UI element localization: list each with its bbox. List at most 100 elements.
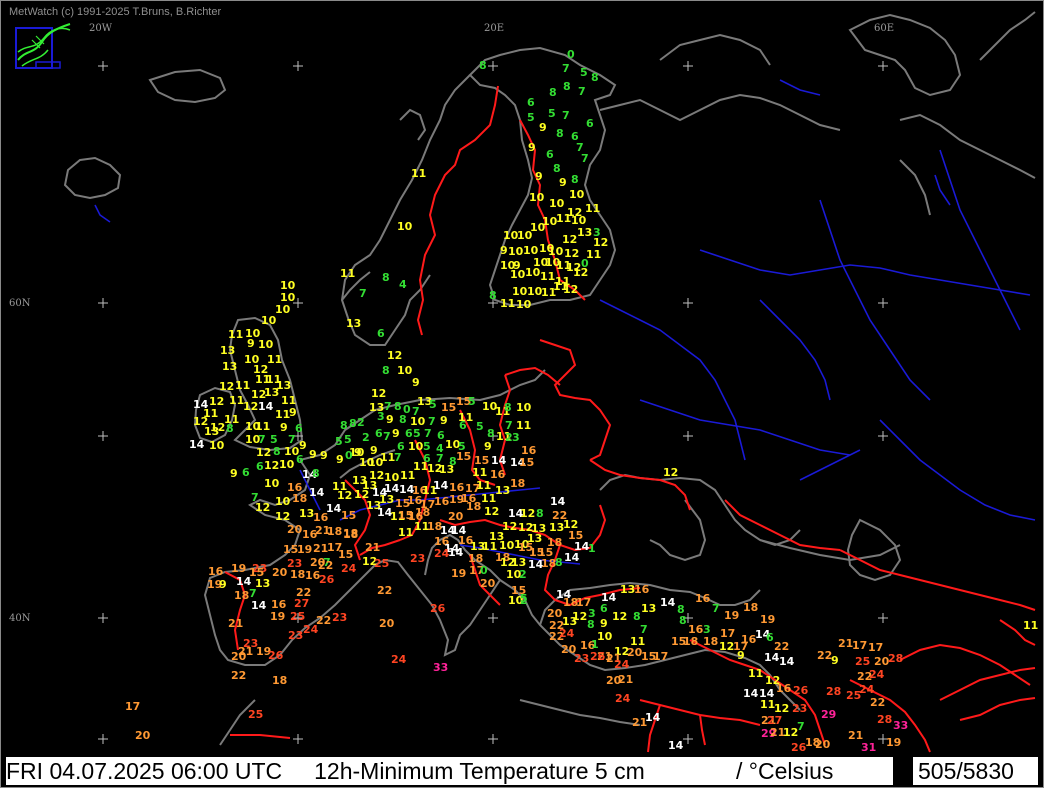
station-value: 12 (520, 507, 535, 520)
station-value: 16 (208, 565, 224, 578)
station-value: 13 (255, 577, 270, 590)
station-value: 7 (251, 491, 259, 504)
graticule-cross (293, 61, 303, 71)
station-value: 17 (720, 627, 735, 640)
station-value: 9 (500, 244, 508, 257)
station-value: 22 (377, 584, 392, 597)
graticule-cross (98, 298, 108, 308)
station-value: 9 (230, 467, 238, 480)
station-value: 12 (256, 446, 271, 459)
weather-map[interactable]: 20W 20E 60E 60N 40N 80758688755769867968… (6, 6, 1038, 755)
station-value: 7 (384, 400, 392, 413)
station-value: 9 (320, 449, 328, 462)
station-value: 24 (859, 683, 875, 696)
station-value: 10 (510, 268, 526, 281)
station-value: 7 (581, 152, 589, 165)
station-value: 16 (521, 444, 537, 457)
station-value: 7 (562, 62, 570, 75)
station-value: 1 (588, 542, 596, 555)
station-value: 8 (226, 422, 234, 435)
station-value: 23 (288, 629, 303, 642)
station-value: 11 (267, 353, 282, 366)
station-value: 11 (472, 466, 487, 479)
station-value: 27 (294, 597, 309, 610)
station-value: 20 (480, 577, 496, 590)
station-value: 6 (586, 117, 594, 130)
station-value: 6 (377, 327, 385, 340)
station-value: 6 (766, 631, 774, 644)
station-value: 14 (433, 479, 449, 492)
station-value: 16 (490, 468, 506, 481)
station-value: 2 (362, 431, 370, 444)
station-value: 12 (612, 610, 627, 623)
station-value: 11 (476, 479, 491, 492)
station-value: 14 (491, 454, 507, 467)
station-value: 9 (392, 427, 400, 440)
station-value: 28 (877, 713, 892, 726)
station-value: 14 (668, 739, 684, 752)
station-value: 15 (456, 450, 471, 463)
station-value: 11 (500, 297, 515, 310)
station-value: 3 (512, 431, 520, 444)
station-value: 9 (336, 453, 344, 466)
station-value: 7 (383, 430, 391, 443)
station-value: 17 (653, 650, 668, 663)
footer-title: FRI 04.07.2025 06:00 UTC 12h-Minimum Tem… (6, 758, 645, 785)
station-value: 5 (476, 420, 484, 433)
station-value: 18 (234, 589, 249, 602)
station-value: 6 (437, 429, 445, 442)
station-value: 5 (344, 433, 352, 446)
station-value: 22 (857, 670, 872, 683)
station-value: 5 (413, 427, 421, 440)
station-value: 14 (601, 591, 617, 604)
graticule-cross (878, 431, 888, 441)
station-value: 9 (737, 649, 745, 662)
station-value: 28 (826, 685, 841, 698)
station-value: 10 (258, 338, 274, 351)
station-value: 9 (440, 414, 448, 427)
station-value: 14 (764, 651, 780, 664)
station-value: 5 (520, 592, 528, 605)
station-value: 26 (590, 650, 606, 663)
station-value: 11 (748, 667, 763, 680)
station-value: 8 (587, 618, 595, 631)
station-value: 17 (125, 700, 140, 713)
station-value: 19 (270, 610, 285, 623)
station-value: 9 (280, 421, 288, 434)
station-value: 12 (275, 510, 290, 523)
station-value: 12 (484, 505, 499, 518)
station-value: 13 (264, 386, 279, 399)
station-value: 9 (247, 337, 255, 350)
station-value: 15 (519, 456, 534, 469)
station-value: 18 (343, 528, 358, 541)
station-value: 8 (349, 417, 357, 430)
station-value: 7 (394, 451, 402, 464)
station-value: 15 (338, 548, 353, 561)
station-value: 13 (641, 602, 656, 615)
station-value: 20 (379, 617, 395, 630)
station-value: 12 (783, 726, 798, 739)
station-value: 20 (815, 738, 831, 751)
station-value: 10 (264, 477, 280, 490)
station-value: 8 (394, 400, 402, 413)
station-value: 12 (563, 283, 578, 296)
station-value: 24 (614, 658, 630, 671)
station-value: 12 (219, 380, 234, 393)
station-value: 7 (424, 427, 432, 440)
station-value: 4 (399, 278, 407, 291)
station-value: 10 (397, 220, 413, 233)
station-value: 8 (679, 614, 687, 627)
station-value: 12 (387, 349, 402, 362)
station-value: 8 (555, 556, 563, 569)
map-canvas[interactable]: 20W 20E 60E 60N 40N 807 5 868 8 75 5 769 8 67968… (6, 6, 1038, 755)
station-value: 14 (258, 400, 274, 413)
station-value: 21 (618, 673, 633, 686)
station-value: 13 (439, 463, 454, 476)
station-value: 14 (550, 495, 566, 508)
station-value: 6 (296, 453, 304, 466)
station-value: 6 (527, 96, 535, 109)
graticule-label-20w: 20W (89, 23, 113, 34)
station-value: 14 (251, 599, 267, 612)
graticule-cross (878, 613, 888, 623)
station-value: 10 (530, 221, 546, 234)
